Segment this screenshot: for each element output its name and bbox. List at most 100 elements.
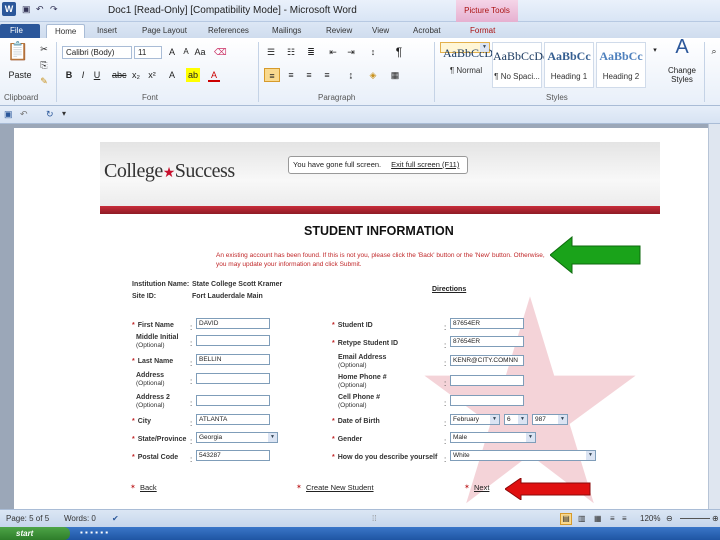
middle-initial-input[interactable] <box>196 335 270 346</box>
decrease-indent-icon[interactable]: ⇤ <box>326 45 340 59</box>
dob-year-select[interactable]: 987 <box>532 414 568 425</box>
tab-format[interactable]: Format <box>470 24 495 38</box>
draft-view-icon[interactable]: ≡ <box>622 510 627 528</box>
find-icon[interactable]: ⌕ <box>708 44 720 58</box>
tab-file[interactable]: File <box>0 24 40 38</box>
subscript-icon[interactable]: x₂ <box>130 68 142 82</box>
address2-input[interactable] <box>196 395 270 406</box>
italic-icon[interactable]: I <box>78 68 88 82</box>
exit-fullscreen-link[interactable]: Exit full screen (F11) <box>391 160 459 169</box>
font-color-icon[interactable]: A <box>208 68 220 82</box>
page-count[interactable]: Page: 5 of 5 <box>6 510 49 528</box>
horizontal-scroll-grip[interactable]: ⁞⁞ <box>372 510 376 528</box>
gender-select[interactable]: Male <box>450 432 536 443</box>
home-phone-input[interactable] <box>450 375 524 386</box>
styles-more-icon[interactable]: ▾ <box>650 44 660 58</box>
copy-icon[interactable]: ⎘ <box>38 58 50 72</box>
style-heading-2[interactable]: AaBbCc Heading 2 <box>596 42 646 88</box>
city-input[interactable]: ATLANTA <box>196 414 270 425</box>
next-link[interactable]: Next <box>474 483 489 492</box>
word-app-icon[interactable]: W <box>2 2 16 16</box>
show-formatting-icon[interactable]: ¶ <box>392 45 406 59</box>
directions-link[interactable]: Directions <box>432 286 466 293</box>
zoom-slider[interactable] <box>680 518 710 519</box>
zoom-level[interactable]: 120% <box>640 510 660 528</box>
tab-mailings[interactable]: Mailings <box>272 24 301 38</box>
proofing-icon[interactable]: ✔ <box>112 510 119 528</box>
change-case-icon[interactable]: Aa <box>194 45 206 59</box>
align-left-icon[interactable]: ≡ <box>264 68 280 82</box>
strikethrough-icon[interactable]: abc <box>112 68 127 82</box>
sort-icon[interactable]: ↕ <box>366 45 380 59</box>
outline-view-icon[interactable]: ≡ <box>610 510 615 528</box>
grow-font-icon[interactable]: A <box>166 45 178 59</box>
tab-references[interactable]: References <box>208 24 249 38</box>
start-button[interactable]: start <box>0 527 70 540</box>
tab-view[interactable]: View <box>372 24 389 38</box>
dob-day-select[interactable]: 6 <box>504 414 528 425</box>
bold-icon[interactable]: B <box>64 68 74 82</box>
align-right-icon[interactable]: ≡ <box>302 68 316 82</box>
cell-phone-input[interactable] <box>450 395 524 406</box>
vertical-scrollbar[interactable] <box>708 124 720 509</box>
web-layout-icon[interactable]: ▦ <box>594 510 602 528</box>
address-input[interactable] <box>196 373 270 384</box>
shading-icon[interactable]: ◈ <box>366 68 380 82</box>
tab-page-layout[interactable]: Page Layout <box>142 24 187 38</box>
tab-review[interactable]: Review <box>326 24 352 38</box>
repeat-icon[interactable]: ↻ <box>46 109 54 120</box>
tab-home[interactable]: Home <box>46 24 86 38</box>
email-input[interactable]: KENR@CITY.COMNN <box>450 355 524 366</box>
dob-month-select[interactable]: February <box>450 414 500 425</box>
style-heading-1[interactable]: AaBbCc Heading 1 <box>544 42 594 88</box>
create-new-student-link[interactable]: Create New Student <box>306 483 374 492</box>
font-size-select[interactable]: 11 <box>134 46 162 59</box>
highlight-icon[interactable]: ab <box>186 68 200 82</box>
word-count[interactable]: Words: 0 <box>64 510 96 528</box>
format-painter-icon[interactable]: ✎ <box>38 74 50 88</box>
clear-format-icon[interactable]: ⌫ <box>214 45 227 59</box>
state-province-select[interactable]: Georgia <box>196 432 278 443</box>
justify-icon[interactable]: ≡ <box>320 68 334 82</box>
style-normal[interactable]: AaBbCcDc ¶ Normal <box>440 42 498 75</box>
retype-student-id-input[interactable]: 87654ER <box>450 336 524 347</box>
full-screen-reading-icon[interactable]: ▥ <box>578 510 586 528</box>
last-name-input[interactable]: BELLIN <box>196 354 270 365</box>
save-icon[interactable]: ▣ <box>22 4 31 15</box>
redo-icon[interactable]: ↷ <box>50 4 58 15</box>
student-id-input[interactable]: 87654ER <box>450 318 524 329</box>
paste-button[interactable]: Paste <box>6 68 34 82</box>
numbering-icon[interactable]: ☷ <box>284 45 298 59</box>
embedded-screenshot[interactable]: College★Success You have gone full scree… <box>100 142 660 512</box>
undo-icon[interactable]: ↶ <box>36 4 44 15</box>
bullets-icon[interactable]: ☰ <box>264 45 278 59</box>
postal-code-input[interactable]: 543287 <box>196 450 270 461</box>
change-styles-icon[interactable]: A <box>664 37 700 64</box>
superscript-icon[interactable]: x² <box>146 68 158 82</box>
shrink-font-icon[interactable]: A <box>180 45 192 59</box>
paste-icon[interactable]: 📋 <box>6 42 30 70</box>
underline-icon[interactable]: U <box>92 68 102 82</box>
save-icon[interactable]: ▣ <box>4 109 13 120</box>
tab-acrobat[interactable]: Acrobat <box>413 24 441 38</box>
style-no-spacing[interactable]: AaBbCcDc ¶ No Spaci... <box>492 42 548 88</box>
undo-icon[interactable]: ↶ <box>20 109 28 120</box>
print-layout-icon[interactable]: ▤ <box>560 513 572 525</box>
zoom-out-icon[interactable]: ⊖ <box>666 510 673 528</box>
multilevel-list-icon[interactable]: ≣ <box>304 45 318 59</box>
back-link[interactable]: Back <box>140 483 157 492</box>
tab-insert[interactable]: Insert <box>97 24 117 38</box>
font-name-select[interactable]: Calibri (Body) <box>62 46 132 59</box>
increase-indent-icon[interactable]: ⇥ <box>344 45 358 59</box>
borders-icon[interactable]: ▦ <box>388 68 402 82</box>
first-name-input[interactable]: DAVID <box>196 318 270 329</box>
zoom-in-icon[interactable]: ⊕ <box>712 510 719 528</box>
change-styles-button[interactable]: Change Styles <box>662 66 702 88</box>
cut-icon[interactable]: ✂ <box>38 42 50 56</box>
align-center-icon[interactable]: ≡ <box>284 68 298 82</box>
describe-yourself-select[interactable]: White <box>450 450 596 461</box>
line-spacing-icon[interactable]: ↨ <box>344 68 358 82</box>
text-effects-icon[interactable]: A <box>166 68 178 82</box>
customize-qat-icon[interactable]: ▾ <box>62 109 66 118</box>
taskbar-icons[interactable]: ▪ ▪ ▪ ▪ ▪ ▪ <box>80 528 108 537</box>
